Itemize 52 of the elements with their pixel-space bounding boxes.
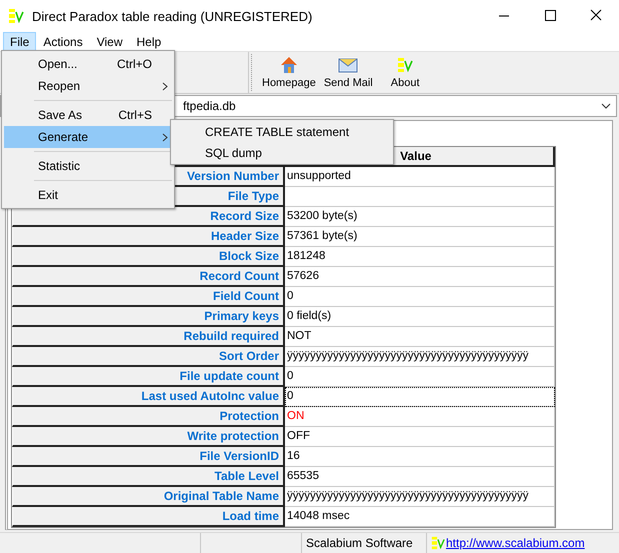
property-name: Rebuild required bbox=[12, 327, 285, 347]
company-name: Scalabium Software bbox=[306, 536, 413, 550]
property-name: Field Count bbox=[12, 287, 285, 307]
table-cell: 0 bbox=[285, 387, 555, 407]
property-name: Protection bbox=[12, 407, 285, 427]
table-cell: 181248 bbox=[285, 247, 555, 267]
property-name: Sort Order bbox=[12, 347, 285, 367]
property-name: Write protection bbox=[12, 427, 285, 447]
property-name: Original Table Name bbox=[12, 487, 285, 507]
logo-icon bbox=[397, 55, 414, 75]
table-cell: 65535 bbox=[285, 467, 555, 487]
website-link[interactable]: http://www.scalabium.com bbox=[446, 536, 585, 550]
table-cell: 14048 msec bbox=[285, 507, 555, 527]
table-cell: ON bbox=[285, 407, 555, 427]
table-cell: unsupported bbox=[285, 167, 555, 187]
table-cell: 0 bbox=[285, 367, 555, 387]
toolbar-button[interactable]: Homepage bbox=[258, 52, 320, 93]
table-cell: 16 bbox=[285, 447, 555, 467]
property-name: Block Size bbox=[12, 247, 285, 267]
menu-entry[interactable]: Reopen bbox=[4, 75, 172, 97]
table-cell: ÿÿÿÿÿÿÿÿÿÿÿÿÿÿÿÿÿÿÿÿÿÿÿÿÿÿÿÿÿÿÿÿÿÿÿÿÿÿÿÿÿÿ bbox=[285, 347, 555, 367]
table-cell: 0 field(s) bbox=[285, 307, 555, 327]
window-title: Direct Paradox table reading (UNREGISTERED) bbox=[32, 8, 314, 24]
house-icon bbox=[278, 55, 299, 75]
menu-entry[interactable]: Open... Ctrl+O bbox=[4, 53, 172, 75]
menu-item[interactable]: Help bbox=[130, 32, 168, 51]
property-name: Load time bbox=[12, 507, 285, 527]
menu-item[interactable]: File bbox=[3, 32, 36, 51]
property-name: File VersionID bbox=[12, 447, 285, 467]
property-name: Primary keys bbox=[12, 307, 285, 327]
table-cell: 57626 bbox=[285, 267, 555, 287]
table-cell: 57361 byte(s) bbox=[285, 227, 555, 247]
table-cell: 53200 byte(s) bbox=[285, 207, 555, 227]
menu-item[interactable]: View bbox=[90, 32, 130, 51]
toolbar-button[interactable]: About bbox=[386, 52, 424, 93]
property-name: Header Size bbox=[12, 227, 285, 247]
logo-icon bbox=[431, 535, 445, 551]
table-cell: OFF bbox=[285, 427, 555, 447]
property-name: Last used AutoInc value bbox=[12, 387, 285, 407]
property-name: Table Level bbox=[12, 467, 285, 487]
table-cell: 0 bbox=[285, 287, 555, 307]
table-cell: NOT bbox=[285, 327, 555, 347]
property-name: Record Count bbox=[12, 267, 285, 287]
menu-entry[interactable]: Generate bbox=[4, 126, 172, 148]
toolbar-button[interactable]: Send Mail bbox=[320, 52, 377, 93]
dropdown-icon bbox=[601, 103, 611, 109]
menu-entry[interactable]: CREATE TABLE statement bbox=[171, 121, 393, 142]
menu-item[interactable]: Actions bbox=[36, 32, 90, 51]
property-name: Record Size bbox=[12, 207, 285, 227]
table-cell: ÿÿÿÿÿÿÿÿÿÿÿÿÿÿÿÿÿÿÿÿÿÿÿÿÿÿÿÿÿÿÿÿÿÿÿÿÿÿÿÿÿÿ bbox=[285, 487, 555, 507]
property-name: File update count bbox=[12, 367, 285, 387]
logo-icon bbox=[8, 7, 24, 25]
